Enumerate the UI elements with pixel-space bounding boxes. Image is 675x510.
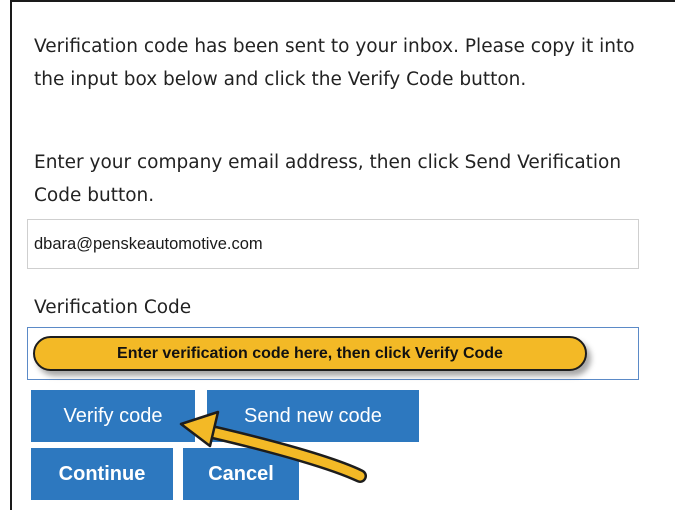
- email-instruction: Enter your company email address, then c…: [34, 152, 622, 206]
- continue-button[interactable]: Continue: [31, 448, 173, 500]
- verification-sent-message: Verification code has been sent to your …: [34, 36, 635, 90]
- send-new-code-button[interactable]: Send new code: [207, 390, 419, 442]
- cancel-button[interactable]: Cancel: [183, 448, 299, 500]
- email-input[interactable]: [27, 219, 639, 269]
- verification-code-label: Verification Code: [34, 297, 192, 318]
- instruction-callout: Enter verification code here, then click…: [33, 336, 587, 371]
- verify-code-button[interactable]: Verify code: [31, 390, 195, 442]
